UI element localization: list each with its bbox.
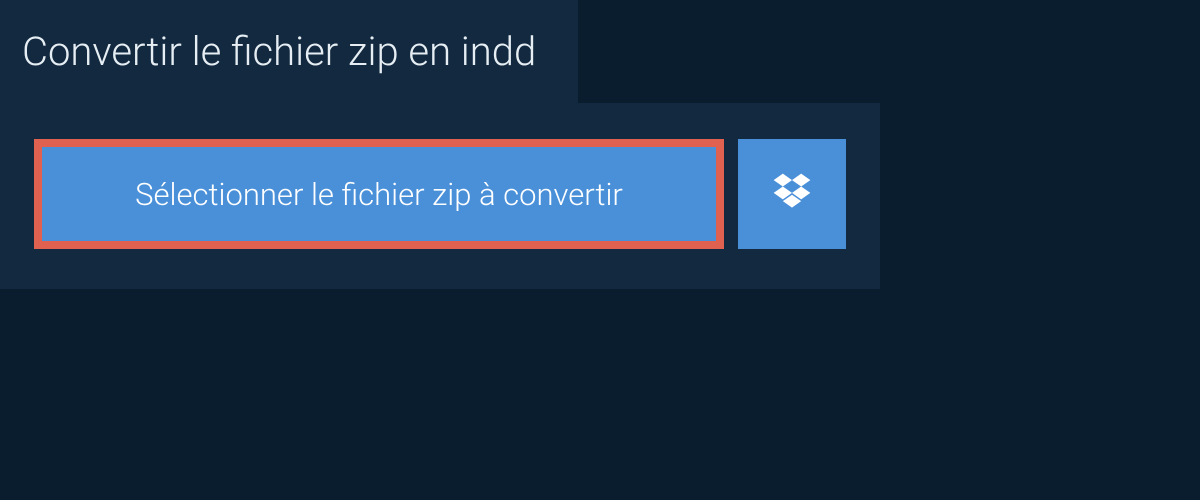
converter-widget: Convertir le fichier zip en indd Sélecti… xyxy=(0,0,1200,289)
select-file-button[interactable]: Sélectionner le fichier zip à convertir xyxy=(34,139,724,249)
panel-body: Sélectionner le fichier zip à convertir xyxy=(0,103,880,289)
select-file-label: Sélectionner le fichier zip à convertir xyxy=(135,176,623,213)
page-title: Convertir le fichier zip en indd xyxy=(0,0,578,103)
dropbox-button[interactable] xyxy=(738,139,846,249)
button-row: Sélectionner le fichier zip à convertir xyxy=(34,139,846,249)
title-row: Convertir le fichier zip en indd xyxy=(0,0,1200,103)
dropbox-icon xyxy=(770,170,814,218)
